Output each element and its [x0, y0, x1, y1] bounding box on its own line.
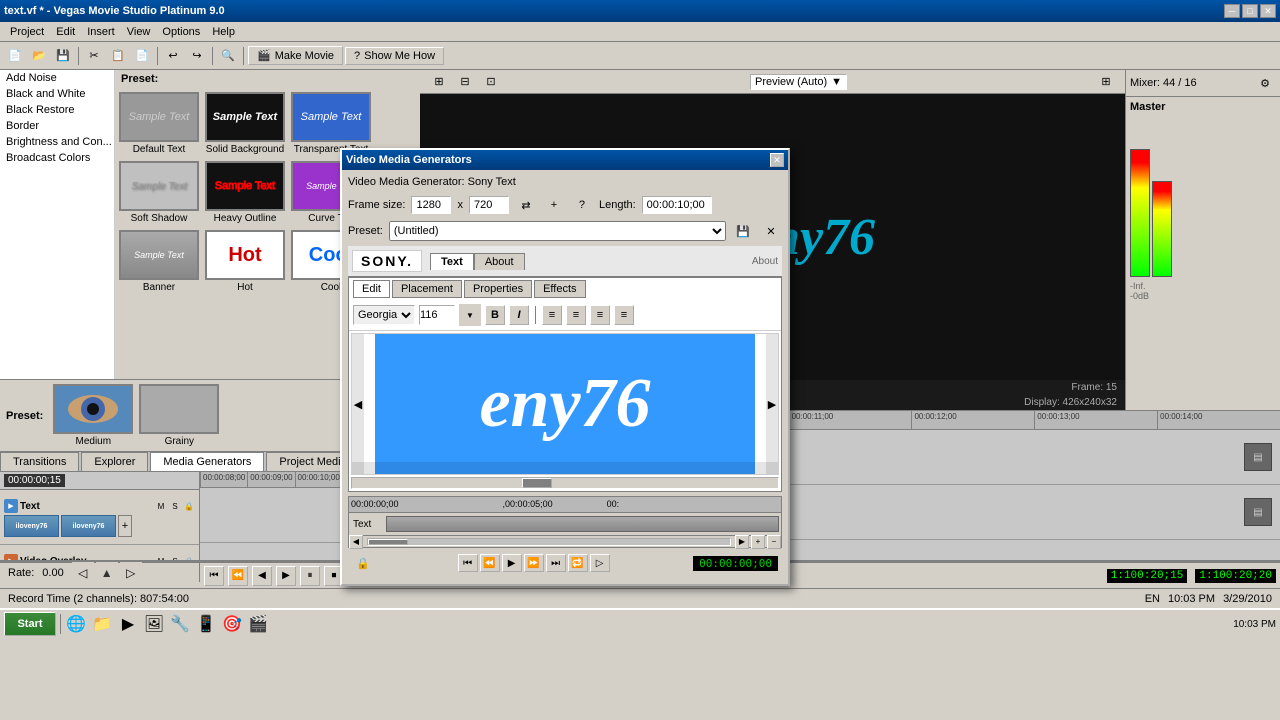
scroll-bottom [352, 462, 778, 474]
modal-overlay: Video Media Generators ✕ Video Media Gen… [0, 0, 1280, 720]
x-label: x [457, 199, 463, 211]
save-preset-btn[interactable]: 💾 [732, 220, 754, 242]
sub-tab-placement[interactable]: Placement [392, 280, 462, 298]
modal-timeline-section: 00:00:00;00 ,00:00:05;00 00: Text ◀ [348, 496, 782, 548]
modal-title-bar: Video Media Generators ✕ [342, 150, 788, 170]
modal-playback-section: 🔒 ⏮ ⏪ ▶ ⏩ ⏭ 🔁 ▷ 00:00:00;00 [348, 548, 782, 578]
scroll-left-btn[interactable]: ◀ [352, 334, 364, 474]
modal-ruler-time2: ,00:00:05;00 [501, 497, 555, 512]
align-justify-btn[interactable]: ≡ [614, 305, 634, 325]
length-label: Length: [599, 199, 636, 211]
delete-preset-btn[interactable]: ✕ [760, 220, 782, 242]
modal-scroll-left[interactable]: ◀ [349, 535, 363, 549]
modal-btn-stepback[interactable]: ⏪ [480, 554, 500, 572]
modal-btn-loop[interactable]: 🔁 [568, 554, 588, 572]
sony-logo: SONY. [352, 250, 422, 272]
frame-size-label: Frame size: [348, 199, 405, 211]
modal-ruler-time3: 00: [605, 497, 622, 512]
text-preview-area[interactable]: eny76 [375, 334, 755, 474]
modal-btn-stepfwd[interactable]: ⏩ [524, 554, 544, 572]
h-scroll-thumb[interactable] [522, 478, 552, 488]
frame-height-input[interactable] [469, 196, 509, 214]
text-preview-container: eny76 ◀ ▶ [351, 333, 779, 475]
modal-playback-left: 🔒 [352, 552, 374, 574]
modal-time-display: 00:00:00;00 [693, 556, 778, 571]
sub-tab-effects[interactable]: Effects [534, 280, 585, 298]
align-right-btn[interactable]: ≡ [590, 305, 610, 325]
frame-width-input[interactable] [411, 196, 451, 214]
italic-btn[interactable]: I [509, 305, 529, 325]
modal-btn-end[interactable]: ⏭ [546, 554, 566, 572]
modal-subtitle: Video Media Generator: Sony Text [348, 176, 782, 188]
modal-timeline-scrollbar[interactable] [367, 538, 731, 546]
modal-tab-bar: SONY. Text About About [348, 246, 782, 277]
modal-ruler-time1: 00:00:00;00 [349, 497, 401, 512]
modal-preset-row: Preset: (Untitled) 💾 ✕ [348, 220, 782, 242]
modal-scroll-right[interactable]: ▶ [735, 535, 749, 549]
modal-btn-prev[interactable]: ⏮ [458, 554, 478, 572]
modal-tab-about[interactable]: About [474, 253, 525, 270]
modal-track-clip[interactable] [386, 516, 779, 532]
about-label: About [752, 256, 778, 267]
scroll-right-btn[interactable]: ▶ [766, 334, 778, 474]
modal-btn-playfrom[interactable]: ▷ [590, 554, 610, 572]
text-preview-content: eny76 [479, 364, 650, 444]
sub-tabs: Edit Placement Properties Effects [349, 278, 781, 300]
modal-playback-controls: ⏮ ⏪ ▶ ⏩ ⏭ 🔁 ▷ [458, 554, 610, 572]
font-select[interactable]: Georgia [353, 305, 415, 325]
font-size-input[interactable] [419, 305, 455, 325]
modal-frame-row: Frame size: x ⇄ + ? Length: [348, 194, 782, 216]
bold-btn[interactable]: B [485, 305, 505, 325]
match-output-btn[interactable]: + [543, 194, 565, 216]
modal-timeline-controls: ◀ ▶ + − [349, 535, 781, 547]
modal-title: Video Media Generators [346, 154, 472, 166]
preset-dropdown[interactable]: (Untitled) [389, 221, 726, 241]
edit-toolbar: Georgia ▼ B I ≡ ≡ ≡ ≡ [349, 300, 781, 331]
modal-timeline-right-btns: ▶ + − [735, 535, 781, 549]
align-center-btn[interactable]: ≡ [566, 305, 586, 325]
modal-lock-btn[interactable]: 🔒 [352, 552, 374, 574]
format-sep [535, 306, 536, 324]
sub-tab-edit[interactable]: Edit [353, 280, 390, 298]
modal-close-btn[interactable]: ✕ [770, 153, 784, 167]
sub-tab-properties[interactable]: Properties [464, 280, 532, 298]
preset-label: Preset: [348, 225, 383, 237]
modal-track-row: Text [349, 513, 781, 535]
align-left-btn[interactable]: ≡ [542, 305, 562, 325]
frame-help-btn[interactable]: ? [571, 194, 593, 216]
modal-video-media-generators: Video Media Generators ✕ Video Media Gen… [340, 148, 790, 586]
modal-scroll-thumb[interactable] [368, 539, 408, 545]
modal-btn-play[interactable]: ▶ [502, 554, 522, 572]
modal-timeline-btns: ◀ [349, 535, 363, 549]
modal-expand-btn[interactable]: + [751, 535, 765, 549]
modal-content-area: Edit Placement Properties Effects Georgi… [348, 277, 782, 492]
modal-track-label: Text [349, 519, 384, 530]
modal-timeline-ruler: 00:00:00;00 ,00:00:05;00 00: [349, 497, 781, 513]
h-scrollbar[interactable] [351, 477, 779, 489]
modal-collapse-btn[interactable]: − [767, 535, 781, 549]
font-size-dropdown-btn[interactable]: ▼ [459, 304, 481, 326]
length-input[interactable] [642, 196, 712, 214]
swap-dimensions-btn[interactable]: ⇄ [515, 194, 537, 216]
modal-body: Video Media Generator: Sony Text Frame s… [342, 170, 788, 584]
modal-tab-text[interactable]: Text [430, 253, 474, 270]
